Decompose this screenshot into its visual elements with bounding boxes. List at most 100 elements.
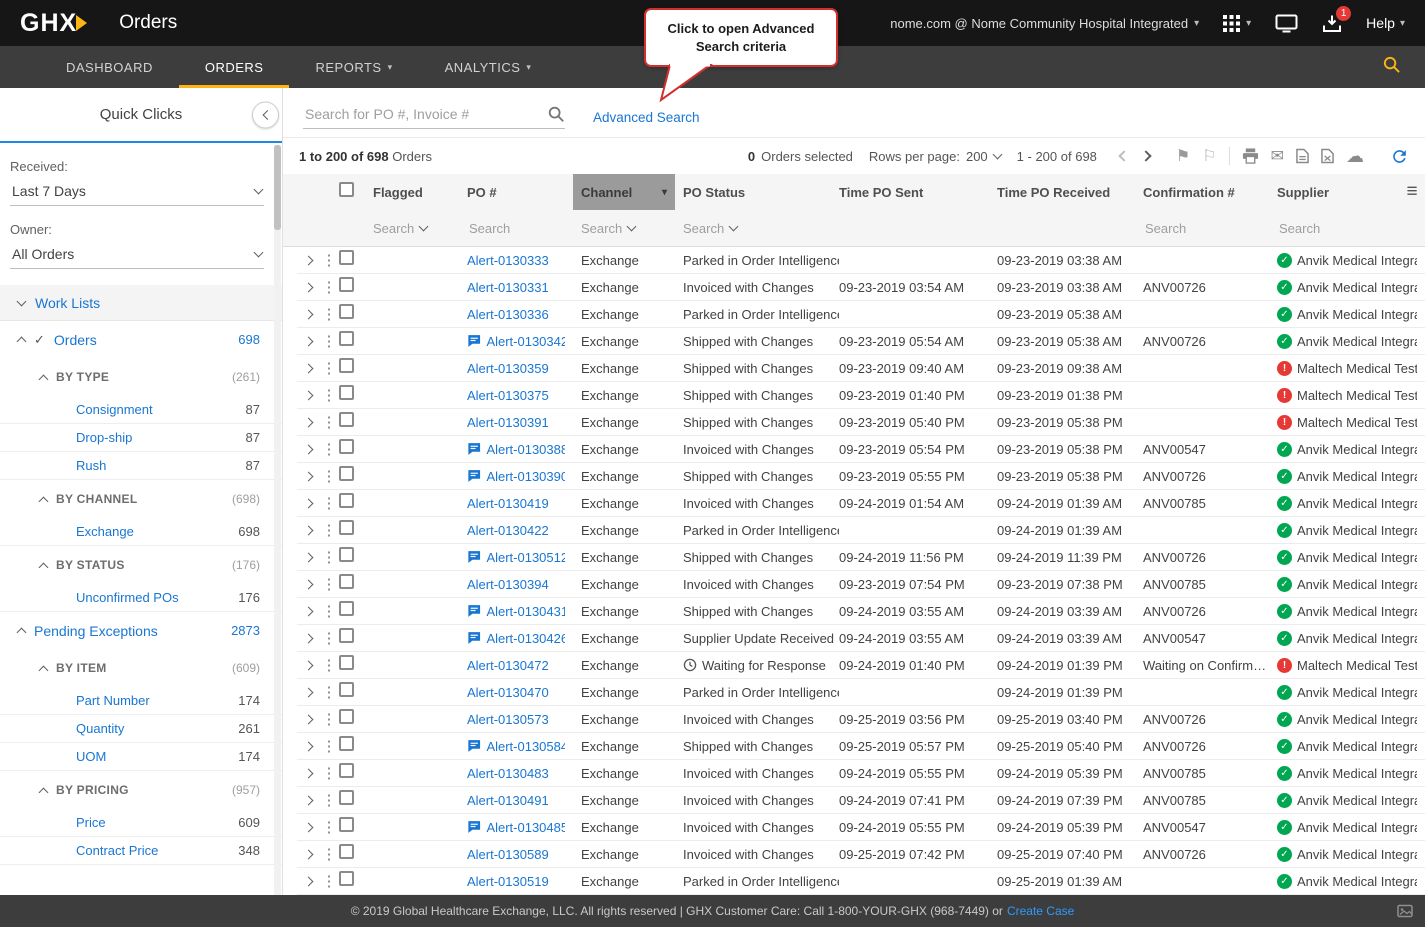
po-link[interactable]: Alert-0130331 <box>467 280 549 295</box>
row-menu-button[interactable]: ⋮ <box>319 280 339 295</box>
po-link[interactable]: Alert-0130426 <box>486 631 565 646</box>
expand-row-button[interactable] <box>297 741 319 751</box>
expand-row-button[interactable] <box>297 282 319 292</box>
expand-row-button[interactable] <box>297 255 319 265</box>
expand-row-button[interactable] <box>297 444 319 454</box>
expand-row-button[interactable] <box>297 714 319 724</box>
received-select[interactable]: Last 7 Days <box>10 174 264 206</box>
next-page-button[interactable] <box>1140 150 1152 162</box>
create-case-link[interactable]: Create Case <box>1007 904 1074 918</box>
po-filter-input[interactable] <box>467 219 551 237</box>
col-header-flagged[interactable]: Flagged <box>373 185 455 200</box>
confirmation-filter-input[interactable] <box>1143 219 1251 237</box>
sidebar-item-consignment[interactable]: Consignment 87 <box>0 396 282 424</box>
row-checkbox[interactable] <box>339 493 354 508</box>
table-row[interactable]: ⋮ Alert-0130375 Exchange Shipped with Ch… <box>297 382 1425 409</box>
table-row[interactable]: ⋮ Alert-0130491 Exchange Invoiced with C… <box>297 787 1425 814</box>
row-menu-button[interactable]: ⋮ <box>319 685 339 700</box>
table-row[interactable]: ⋮ Alert-0130359 Exchange Shipped with Ch… <box>297 355 1425 382</box>
po-search-input[interactable] <box>303 105 547 123</box>
row-checkbox[interactable] <box>339 682 354 697</box>
po-link[interactable]: Alert-0130589 <box>467 847 549 862</box>
row-checkbox[interactable] <box>339 304 354 319</box>
row-menu-button[interactable]: ⋮ <box>319 766 339 781</box>
row-menu-button[interactable]: ⋮ <box>319 496 339 511</box>
sidebar-item-by-status[interactable]: BY STATUS (176) <box>0 546 282 584</box>
row-menu-button[interactable]: ⋮ <box>319 523 339 538</box>
row-checkbox[interactable] <box>339 601 354 616</box>
row-checkbox[interactable] <box>339 439 354 454</box>
table-row[interactable]: ⋮ Alert-0130331 Exchange Invoiced with C… <box>297 274 1425 301</box>
row-checkbox[interactable] <box>339 574 354 589</box>
sidebar-item-unconfirmed-pos[interactable]: Unconfirmed POs 176 <box>0 584 282 612</box>
work-lists-header[interactable]: Work Lists <box>0 285 282 321</box>
row-menu-button[interactable]: ⋮ <box>319 361 339 376</box>
table-row[interactable]: ⋮ Alert-0130419 Exchange Invoiced with C… <box>297 490 1425 517</box>
expand-row-button[interactable] <box>297 525 319 535</box>
po-link[interactable]: Alert-0130472 <box>467 658 549 673</box>
row-checkbox[interactable] <box>339 250 354 265</box>
owner-select[interactable]: All Orders <box>10 237 264 269</box>
po-link[interactable]: Alert-0130359 <box>467 361 549 376</box>
refresh-icon[interactable] <box>1390 147 1409 166</box>
po-link[interactable]: Alert-0130336 <box>467 307 549 322</box>
row-menu-button[interactable]: ⋮ <box>319 874 339 889</box>
row-checkbox[interactable] <box>339 817 354 832</box>
sidebar-item-exchange[interactable]: Exchange 698 <box>0 518 282 546</box>
po-link[interactable]: Alert-0130422 <box>467 523 549 538</box>
col-header-time-po-received[interactable]: Time PO Received <box>997 185 1143 200</box>
col-header-confirmation[interactable]: Confirmation # <box>1143 185 1277 200</box>
expand-row-button[interactable] <box>297 498 319 508</box>
row-checkbox[interactable] <box>339 466 354 481</box>
table-row[interactable]: ⋮ Alert-0130422 Exchange Parked in Order… <box>297 517 1425 544</box>
po-link[interactable]: Alert-0130388 <box>486 442 565 457</box>
po-link[interactable]: Alert-0130512 <box>486 550 565 565</box>
nav-tab-analytics[interactable]: ANALYTICS ▾ <box>419 46 558 88</box>
row-menu-button[interactable]: ⋮ <box>319 847 339 862</box>
row-menu-button[interactable]: ⋮ <box>319 469 339 484</box>
row-menu-button[interactable]: ⋮ <box>319 577 339 592</box>
expand-row-button[interactable] <box>297 309 319 319</box>
row-menu-button[interactable]: ⋮ <box>319 442 339 457</box>
table-row[interactable]: ⋮ Alert-0130573 Exchange Invoiced with C… <box>297 706 1425 733</box>
col-header-po-status[interactable]: PO Status <box>675 185 839 200</box>
flagged-filter[interactable]: Search <box>373 221 455 236</box>
po-link[interactable]: Alert-0130390 <box>486 469 565 484</box>
row-checkbox[interactable] <box>339 871 354 886</box>
expand-row-button[interactable] <box>297 390 319 400</box>
sidebar-item-rush[interactable]: Rush 87 <box>0 452 282 480</box>
row-menu-button[interactable]: ⋮ <box>319 388 339 403</box>
global-search-button[interactable] <box>1382 55 1401 79</box>
supplier-filter-input[interactable] <box>1277 219 1396 237</box>
po-link[interactable]: Alert-0130491 <box>467 793 549 808</box>
table-row[interactable]: ⋮ Alert-0130390 Exchange Shipped with Ch… <box>297 463 1425 490</box>
advanced-search-link[interactable]: Advanced Search <box>593 110 700 129</box>
cloud-download-icon[interactable]: ☁ <box>1346 146 1364 167</box>
table-row[interactable]: ⋮ Alert-0130589 Exchange Invoiced with C… <box>297 841 1425 868</box>
expand-row-button[interactable] <box>297 849 319 859</box>
table-row[interactable]: ⋮ Alert-0130388 Exchange Invoiced with C… <box>297 436 1425 463</box>
po-status-filter[interactable]: Search <box>675 221 839 236</box>
table-row[interactable]: ⋮ Alert-0130394 Exchange Invoiced with C… <box>297 571 1425 598</box>
downloads-tray-button[interactable]: 1 <box>1322 5 1352 33</box>
expand-row-button[interactable] <box>297 687 319 697</box>
expand-row-button[interactable] <box>297 768 319 778</box>
sidebar-item-quantity[interactable]: Quantity 261 <box>0 715 282 743</box>
ghx-logo[interactable]: GHX <box>20 9 88 38</box>
table-row[interactable]: ⋮ Alert-0130391 Exchange Shipped with Ch… <box>297 409 1425 436</box>
table-row[interactable]: ⋮ Alert-0130472 Exchange Waiting for Res… <box>297 652 1425 679</box>
previous-page-button[interactable] <box>1118 150 1130 162</box>
row-menu-button[interactable]: ⋮ <box>319 604 339 619</box>
po-link[interactable]: Alert-0130333 <box>467 253 549 268</box>
sidebar-item-by-pricing[interactable]: BY PRICING (957) <box>0 771 282 809</box>
sidebar-item-by-type[interactable]: BY TYPE (261) <box>0 358 282 396</box>
po-link[interactable]: Alert-0130485 <box>486 820 565 835</box>
sidebar-item-uom[interactable]: UOM 174 <box>0 743 282 771</box>
rows-per-page-select[interactable]: Rows per page: 200 <box>869 149 1003 164</box>
po-link[interactable]: Alert-0130470 <box>467 685 549 700</box>
row-menu-button[interactable]: ⋮ <box>319 253 339 268</box>
row-checkbox[interactable] <box>339 763 354 778</box>
apps-grid-button[interactable]: ▾ <box>1223 14 1251 32</box>
row-menu-button[interactable]: ⋮ <box>319 631 339 646</box>
sidebar-scrollbar-thumb[interactable] <box>274 145 281 230</box>
